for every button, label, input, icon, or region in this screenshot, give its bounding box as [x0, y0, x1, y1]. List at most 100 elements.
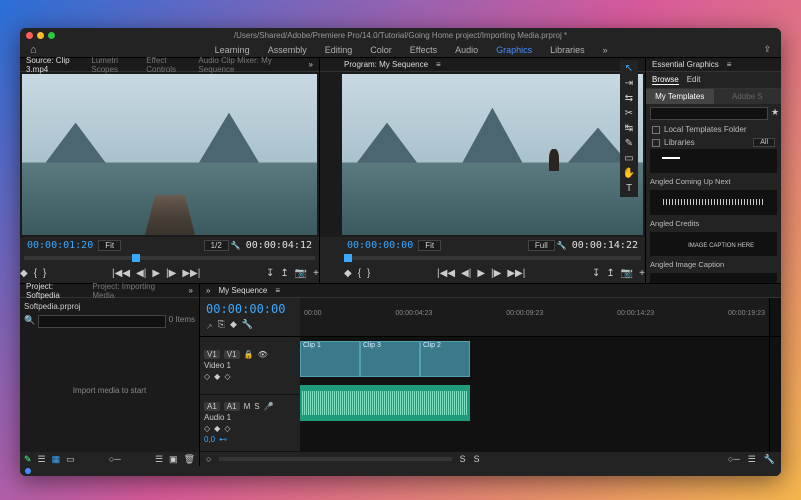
type-tool-icon[interactable]: T — [626, 183, 632, 194]
timeline-zoom-slider[interactable] — [219, 457, 451, 461]
share-icon[interactable]: ⇪ — [763, 44, 771, 55]
mark-out-icon[interactable]: } — [367, 268, 370, 279]
keyframe-add-icon[interactable]: ◆ — [214, 372, 220, 381]
favorite-star-icon[interactable]: ★ — [771, 107, 779, 120]
tab-audio-clip-mixer[interactable]: Audio Clip Mixer: My Sequence — [198, 56, 292, 74]
source-scrubber[interactable] — [20, 253, 319, 263]
timeline-playhead-tc[interactable]: 00:00:00:00 — [206, 302, 294, 316]
lock-icon[interactable]: 🔒 — [244, 350, 254, 359]
workspace-overflow-icon[interactable]: » — [603, 45, 608, 55]
project-overflow-icon[interactable]: » — [189, 286, 193, 295]
extract-icon[interactable]: ↥ — [606, 268, 614, 279]
wrench-icon[interactable]: 🔧 — [231, 241, 241, 250]
program-fit-select[interactable]: Fit — [418, 240, 441, 251]
step-back-icon[interactable]: ◀| — [136, 268, 146, 279]
workspace-effects[interactable]: Effects — [410, 45, 437, 55]
marker-tool-icon[interactable]: ◆ — [230, 319, 237, 332]
play-icon[interactable]: ▶ — [477, 268, 485, 279]
audio-level[interactable]: 0,0 — [204, 435, 215, 444]
zoom-slider-icon[interactable]: ○─ — [109, 454, 121, 464]
selection-tool-icon[interactable]: ↖ — [625, 63, 633, 74]
export-frame-icon[interactable]: 📷 — [295, 268, 307, 279]
step-fwd-icon[interactable]: |▶ — [166, 268, 176, 279]
import-hint[interactable]: Import media to start — [24, 332, 195, 448]
v1-target-tag[interactable]: V1 — [224, 350, 240, 359]
video-clip[interactable]: Clip 2 — [420, 341, 470, 377]
new-bin-icon[interactable]: ☰ — [155, 454, 163, 465]
list-view-icon[interactable]: ☰ — [38, 454, 46, 465]
track-header-v1[interactable]: V1 V1 🔒 👁 Video 1 ◇◆◇ — [200, 337, 300, 395]
pen-tool-icon[interactable]: ✎ — [625, 138, 633, 149]
track-select-tool-icon[interactable]: ⇥ — [625, 78, 633, 89]
lift-icon[interactable]: ↧ — [592, 268, 600, 279]
solo-label[interactable]: S — [460, 454, 466, 464]
workspace-learning[interactable]: Learning — [215, 45, 250, 55]
overwrite-icon[interactable]: ↥ — [280, 268, 288, 279]
timeline-overflow-icon[interactable]: » — [206, 286, 210, 295]
keyframe-add-icon[interactable]: ◆ — [214, 424, 220, 433]
template-thumb[interactable] — [650, 190, 777, 214]
slip-tool-icon[interactable]: ↹ — [625, 123, 633, 134]
program-scrubber[interactable] — [320, 253, 645, 263]
grid-view-icon[interactable]: ▦ — [52, 454, 61, 465]
solo-label[interactable]: S — [474, 454, 480, 464]
mark-in-icon[interactable]: { — [34, 268, 37, 279]
tab-lumetri-scopes[interactable]: Lumetri Scopes — [91, 56, 138, 74]
tab-browse[interactable]: Browse — [652, 75, 679, 85]
workspace-color[interactable]: Color — [370, 45, 392, 55]
eye-icon[interactable]: 👁 — [258, 350, 268, 359]
hzoom-out-icon[interactable]: ○─ — [728, 454, 740, 464]
source-fit-select[interactable]: Fit — [98, 240, 121, 251]
keyframe-next-icon[interactable]: ◇ — [224, 424, 230, 433]
workspace-audio[interactable]: Audio — [455, 45, 478, 55]
template-thumb[interactable] — [650, 149, 777, 173]
tab-program[interactable]: Program: My Sequence — [344, 60, 428, 69]
program-tc-in[interactable]: 00:00:00:00 — [344, 240, 416, 251]
tl-settings-icon[interactable]: 🔧 — [764, 454, 775, 465]
keyframe-next-icon[interactable]: ◇ — [224, 372, 230, 381]
workspace-graphics[interactable]: Graphics — [496, 45, 532, 55]
video-clip[interactable]: Clip 3 — [360, 341, 420, 377]
step-back-icon[interactable]: ◀| — [461, 268, 471, 279]
step-fwd-icon[interactable]: |▶ — [491, 268, 501, 279]
v1-source-tag[interactable]: V1 — [204, 350, 220, 359]
freeform-view-icon[interactable]: ▭ — [66, 454, 75, 465]
ripple-tool-icon[interactable]: ⇆ — [625, 93, 633, 104]
template-thumb[interactable]: IMAGE CAPTION HERE — [650, 232, 777, 256]
razor-tool-icon[interactable]: ✂ — [625, 108, 633, 119]
search-icon[interactable]: 🔍 — [24, 315, 35, 328]
insert-icon[interactable]: ↧ — [266, 268, 274, 279]
tab-effect-controls[interactable]: Effect Controls — [146, 56, 190, 74]
keyframe-prev-icon[interactable]: ◇ — [204, 424, 210, 433]
audio-clip[interactable] — [300, 385, 470, 421]
timeline-ruler[interactable]: 00:00 00:00:04:23 00:00:09:23 00:00:14:2… — [300, 298, 769, 336]
solo-icon[interactable]: S — [254, 402, 259, 411]
wrench-icon[interactable]: 🔧 — [557, 241, 567, 250]
track-header-a1[interactable]: A1 A1 M S 🎤 Audio 1 ◇◆◇ 0,0⊷ — [200, 395, 300, 453]
panel-menu-icon[interactable]: ≡ — [275, 286, 280, 295]
workspace-assembly[interactable]: Assembly — [268, 45, 307, 55]
pen-icon[interactable]: ✎ — [24, 454, 32, 465]
local-templates-checkbox[interactable]: Local Templates Folder — [646, 123, 781, 136]
zoom-out-icon[interactable]: ○ — [206, 454, 211, 464]
home-icon[interactable]: ⌂ — [30, 44, 37, 56]
jump-fwd-icon[interactable]: ▶▶| — [507, 268, 525, 279]
tab-sequence[interactable]: My Sequence — [218, 286, 267, 295]
mark-in-icon[interactable]: { — [358, 268, 361, 279]
source-overflow-icon[interactable]: » — [309, 60, 313, 69]
pan-knob-icon[interactable]: ⊷ — [219, 435, 227, 444]
panel-menu-icon[interactable]: ≡ — [727, 60, 732, 69]
jump-back-icon[interactable]: |◀◀ — [112, 268, 130, 279]
add-button-icon[interactable]: + — [313, 268, 319, 279]
marker-icon[interactable]: ◆ — [20, 268, 28, 279]
essential-graphics-title[interactable]: Essential Graphics — [652, 60, 719, 69]
mic-icon[interactable]: 🎤 — [264, 402, 274, 411]
tab-edit[interactable]: Edit — [687, 75, 701, 85]
new-item-icon[interactable]: ▣ — [169, 454, 178, 465]
a1-target-tag[interactable]: A1 — [224, 402, 240, 411]
marker-icon[interactable]: ◆ — [344, 268, 352, 279]
keyframe-prev-icon[interactable]: ◇ — [204, 372, 210, 381]
add-button-icon[interactable]: + — [639, 268, 645, 279]
libraries-filter[interactable]: All — [753, 138, 775, 147]
adobe-stock-tab[interactable]: Adobe S — [714, 89, 782, 104]
